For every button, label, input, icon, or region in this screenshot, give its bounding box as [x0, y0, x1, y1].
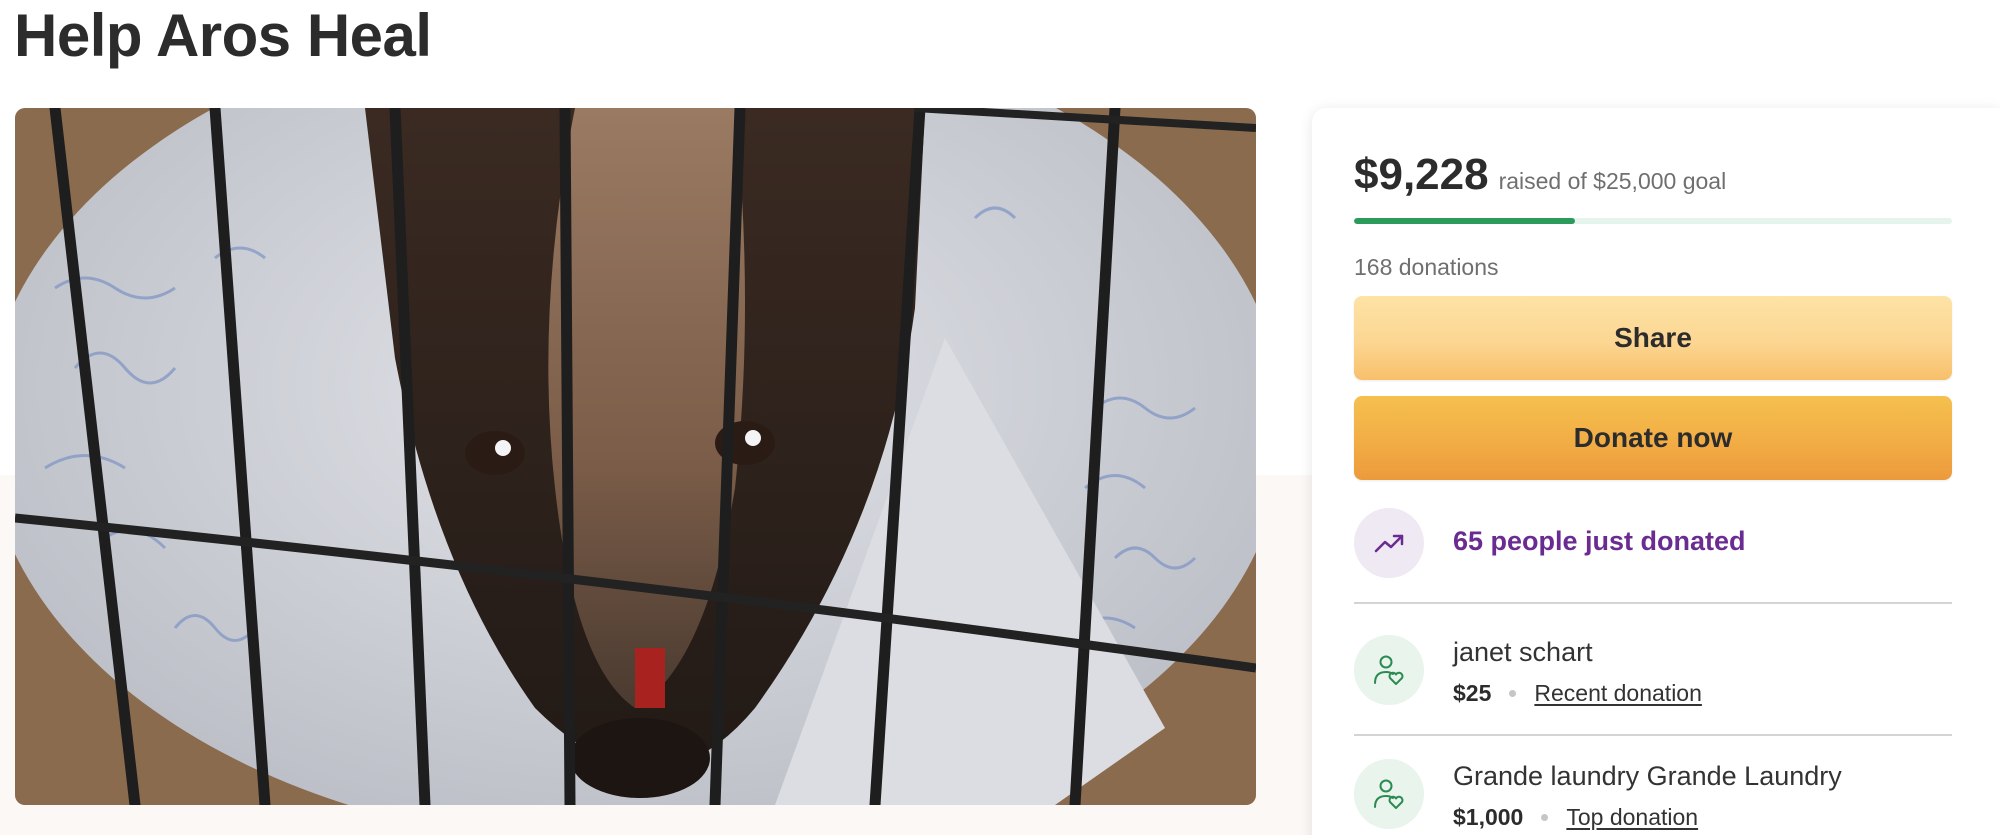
- donor-meta: $1,000 Top donation: [1453, 804, 1698, 831]
- donor-name: janet schart: [1453, 637, 1593, 667]
- divider: [1354, 734, 1952, 736]
- donor-amount: $1,000: [1453, 804, 1524, 830]
- goal-text: raised of $25,000 goal: [1498, 168, 1727, 194]
- amount-line: $9,228 raised of $25,000 goal: [1354, 150, 1726, 200]
- top-donation-link[interactable]: Top donation: [1566, 804, 1698, 831]
- raised-amount: $9,228: [1354, 150, 1489, 199]
- donor-icon-circle: [1354, 635, 1424, 705]
- dog-photo-illustration: [15, 108, 1256, 805]
- campaign-photo[interactable]: [15, 108, 1256, 805]
- donation-card: $9,228 raised of $25,000 goal 168 donati…: [1312, 108, 2000, 835]
- donate-now-button[interactable]: Donate now: [1354, 396, 1952, 480]
- separator-dot: [1541, 814, 1549, 821]
- donor-heart-icon: [1374, 655, 1404, 685]
- progress-bar: [1354, 218, 1952, 224]
- recent-donations-activity[interactable]: 65 people just donated: [1453, 526, 1746, 557]
- donor-heart-icon: [1374, 779, 1404, 809]
- trend-icon-circle: [1354, 508, 1424, 578]
- progress-bar-fill: [1354, 218, 1575, 224]
- donor-amount: $25: [1453, 680, 1492, 706]
- campaign-page: Help Aros Heal $9,228 raised of $25,000 …: [0, 0, 2000, 835]
- donor-meta: $25 Recent donation: [1453, 680, 1702, 707]
- trending-up-icon: [1374, 534, 1404, 553]
- share-button[interactable]: Share: [1354, 296, 1952, 380]
- donor-name: Grande laundry Grande Laundry: [1453, 761, 1842, 791]
- donations-count: 168 donations: [1354, 254, 1499, 280]
- campaign-title: Help Aros Heal: [14, 2, 432, 69]
- separator-dot: [1509, 690, 1517, 697]
- donor-icon-circle: [1354, 759, 1424, 829]
- divider: [1354, 602, 1952, 604]
- recent-donation-link[interactable]: Recent donation: [1534, 680, 1702, 707]
